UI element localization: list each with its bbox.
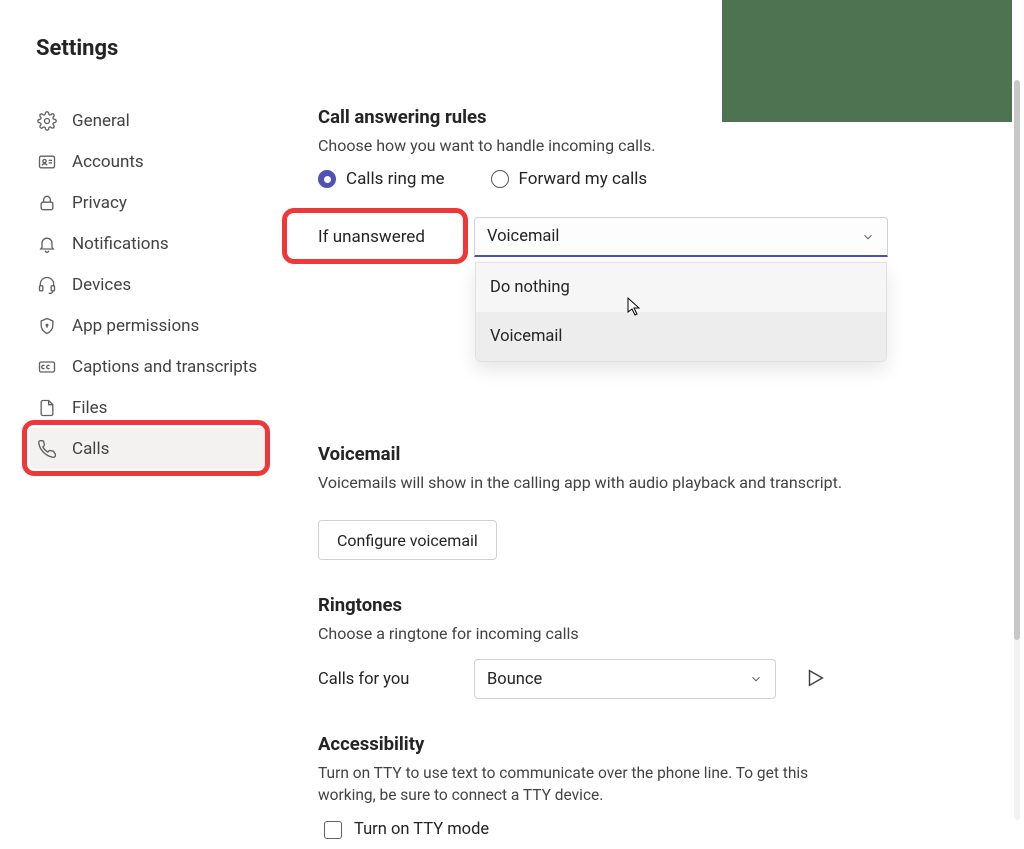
if-unanswered-select[interactable]: Voicemail Do nothing Voicemail — [474, 217, 888, 257]
option-voicemail[interactable]: Voicemail — [476, 312, 886, 361]
sidebar-item-privacy[interactable]: Privacy — [30, 182, 270, 223]
voicemail-title: Voicemail — [318, 443, 888, 465]
sidebar-item-label: Privacy — [72, 193, 127, 213]
checkbox-icon — [324, 821, 342, 839]
sidebar-item-accounts[interactable]: Accounts — [30, 141, 270, 182]
sidebar-item-devices[interactable]: Devices — [30, 264, 270, 305]
section-voicemail: Voicemail Voicemails will show in the ca… — [318, 443, 888, 560]
checkbox-label: Turn on TTY mode — [354, 820, 489, 839]
headset-icon — [36, 274, 58, 296]
select-value: Bounce — [487, 670, 542, 689]
settings-content: Call answering rules Choose how you want… — [318, 106, 888, 839]
calls-for-you-select[interactable]: Bounce — [474, 659, 776, 699]
page-title: Settings — [36, 36, 118, 61]
radio-circle-icon — [491, 170, 509, 188]
configure-voicemail-button[interactable]: Configure voicemail — [318, 520, 497, 560]
gear-icon — [36, 110, 58, 132]
radio-circle-icon — [318, 170, 336, 188]
sidebar-item-notifications[interactable]: Notifications — [30, 223, 270, 264]
cc-icon — [36, 356, 58, 378]
section-ringtones: Ringtones Choose a ringtone for incoming… — [318, 594, 888, 699]
section-call-rules: Call answering rules Choose how you want… — [318, 106, 888, 257]
sidebar-item-files[interactable]: Files — [30, 387, 270, 428]
file-icon — [36, 397, 58, 419]
scrollbar[interactable] — [1014, 80, 1020, 820]
ringtones-title: Ringtones — [318, 594, 888, 616]
id-card-icon — [36, 151, 58, 173]
sidebar-item-captions[interactable]: Captions and transcripts — [30, 346, 270, 387]
calls-for-you-label: Calls for you — [318, 670, 474, 689]
radio-label: Forward my calls — [519, 169, 648, 189]
sidebar-item-general[interactable]: General — [30, 100, 270, 141]
radio-calls-ring-me[interactable]: Calls ring me — [318, 169, 445, 189]
sidebar-item-label: General — [72, 111, 130, 131]
chevron-down-icon — [861, 230, 875, 244]
phone-icon — [36, 438, 58, 460]
accessibility-title: Accessibility — [318, 733, 888, 755]
sidebar-item-label: Devices — [72, 275, 131, 295]
sidebar-item-calls[interactable]: Calls — [30, 428, 270, 469]
tty-checkbox-row[interactable]: Turn on TTY mode — [324, 820, 888, 839]
select-value: Voicemail — [487, 227, 559, 246]
call-rules-title: Call answering rules — [318, 106, 888, 128]
shield-icon — [36, 315, 58, 337]
chevron-down-icon — [749, 672, 763, 686]
sidebar-item-app-permissions[interactable]: App permissions — [30, 305, 270, 346]
radio-label: Calls ring me — [346, 169, 445, 189]
sidebar-item-label: Captions and transcripts — [72, 357, 257, 377]
if-unanswered-label: If unanswered — [318, 227, 474, 247]
if-unanswered-dropdown: Do nothing Voicemail — [475, 262, 887, 362]
section-accessibility: Accessibility Turn on TTY to use text to… — [318, 733, 888, 839]
decorative-block — [722, 0, 1012, 122]
scrollbar-thumb[interactable] — [1014, 80, 1020, 640]
settings-sidebar: General Accounts Privacy Notifications D… — [30, 100, 270, 469]
bell-icon — [36, 233, 58, 255]
lock-icon — [36, 192, 58, 214]
ringtones-desc: Choose a ringtone for incoming calls — [318, 624, 888, 643]
sidebar-item-label: Accounts — [72, 152, 144, 172]
sidebar-item-label: Notifications — [72, 234, 169, 254]
option-do-nothing[interactable]: Do nothing — [476, 263, 886, 312]
call-rules-desc: Choose how you want to handle incoming c… — [318, 136, 888, 155]
accessibility-desc: Turn on TTY to use text to communicate o… — [318, 763, 818, 806]
voicemail-desc: Voicemails will show in the calling app … — [318, 473, 888, 492]
sidebar-item-label: Files — [72, 398, 107, 418]
sidebar-item-label: Calls — [72, 439, 109, 459]
sidebar-item-label: App permissions — [72, 316, 199, 336]
radio-forward-calls[interactable]: Forward my calls — [491, 169, 648, 189]
play-ringtone-button[interactable] — [804, 667, 828, 691]
